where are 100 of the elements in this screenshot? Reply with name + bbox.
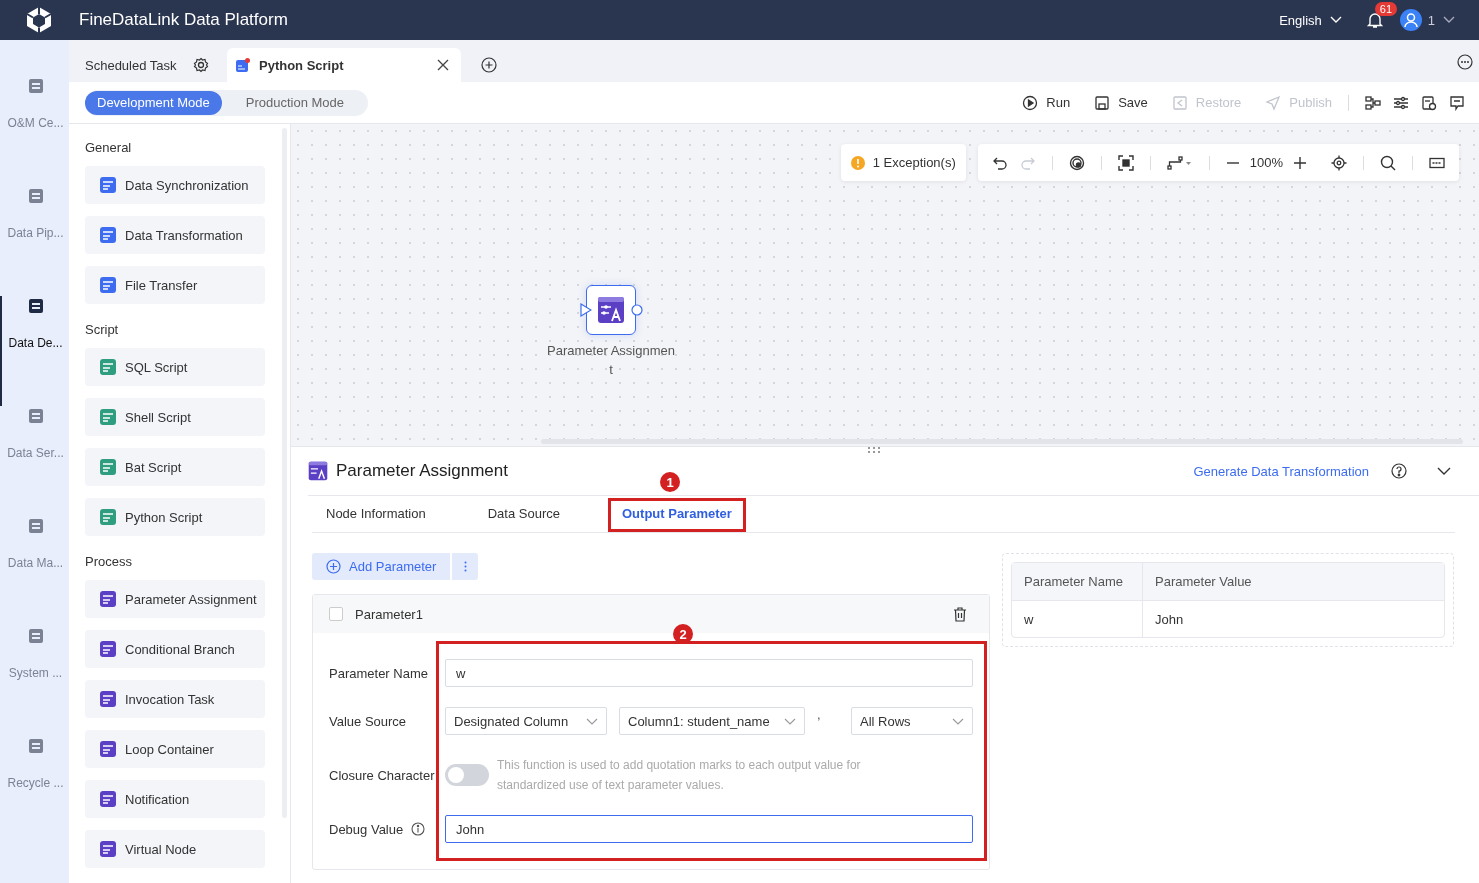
settings-icon[interactable] [1421, 94, 1437, 111]
palette-section-title: Process [85, 552, 133, 571]
language-dropdown[interactable]: English [1279, 12, 1342, 28]
tile-icon [99, 690, 117, 708]
chevron-down-icon [952, 717, 964, 725]
checkbox[interactable] [329, 607, 343, 621]
info-icon[interactable] [411, 822, 426, 836]
palette-section-title: General [85, 138, 133, 157]
tile-icon [99, 176, 117, 194]
caret-icon[interactable] [1443, 16, 1455, 24]
palette-item[interactable]: Invocation Task [85, 680, 265, 718]
palette-item[interactable]: File Transfer [85, 266, 265, 304]
palette-item[interactable]: Python Script [85, 498, 265, 536]
palette-section-title: Script [85, 320, 120, 339]
chevron-down-icon [1329, 16, 1342, 24]
add-tab-icon[interactable] [481, 57, 497, 73]
value-source-dropdown[interactable]: All Rows [851, 707, 973, 735]
panel-tab[interactable]: Data Source [473, 496, 574, 532]
file-icon [235, 57, 250, 73]
vertical-dots-icon [463, 561, 467, 572]
document-tab[interactable]: Python Script [227, 48, 461, 82]
debug-value-field[interactable]: John [445, 815, 973, 843]
closure-hint: This function is used to add quotation marks to each output value for standardized use of text parameter values. [497, 757, 862, 794]
field-label: Debug Value [329, 821, 404, 837]
connector-icon[interactable] [1166, 154, 1193, 171]
flow-icon[interactable] [1365, 94, 1381, 111]
annotation-marker: 1 [660, 472, 680, 492]
sliders-text-icon [597, 296, 625, 324]
table-cell: w [1012, 601, 1143, 637]
tile-icon [99, 740, 117, 758]
drag-handle-icon[interactable] [867, 447, 881, 453]
chevron-down-icon [586, 717, 598, 725]
sliders-icon[interactable] [1393, 94, 1409, 111]
mode-option[interactable]: Production Mode [233, 90, 356, 115]
palette-item[interactable]: Conditional Branch [85, 630, 265, 668]
palette-item[interactable]: Data Synchronization [85, 166, 265, 204]
parameter-name-field[interactable]: w [445, 659, 973, 687]
close-icon[interactable] [437, 59, 449, 71]
send-icon [1265, 94, 1282, 111]
value-source-dropdown[interactable]: Designated Column [445, 707, 607, 735]
collapse-chevron-icon[interactable] [1437, 466, 1451, 476]
value-source-dropdown[interactable]: Column1: student_name [619, 707, 805, 735]
play-icon [1022, 94, 1039, 111]
toolbar-action[interactable]: Run [1022, 94, 1071, 111]
comment-icon[interactable] [1449, 94, 1465, 111]
fit-view-icon[interactable] [1117, 154, 1134, 171]
delete-icon[interactable] [953, 606, 967, 622]
generate-link[interactable]: Generate Data Transformation [1193, 463, 1369, 479]
palette-item[interactable]: Data Transformation [85, 216, 265, 254]
tile-icon [99, 226, 117, 244]
tile-icon [99, 408, 117, 426]
parameter-assignment-icon [308, 461, 328, 481]
mode-option[interactable]: Development Mode [85, 90, 222, 115]
panel-tab[interactable]: Node Information [312, 496, 440, 532]
input-port-icon[interactable] [580, 303, 592, 317]
field-label: Value Source [329, 712, 408, 731]
column-header: Parameter Value [1143, 563, 1444, 601]
notification-bell-icon[interactable] [1365, 11, 1384, 29]
palette-item[interactable]: Notification [85, 780, 265, 818]
zoom-in-icon[interactable] [1293, 155, 1307, 170]
output-port-icon[interactable] [631, 304, 643, 316]
separator-comma: , [817, 707, 821, 722]
node-label: Parameter Assignment [547, 342, 675, 379]
palette-item[interactable]: SQL Script [85, 348, 265, 386]
search-icon[interactable] [1380, 154, 1396, 171]
tile-icon [99, 790, 117, 808]
save-icon [1094, 94, 1111, 111]
restore-icon [1171, 94, 1188, 111]
workflow-node[interactable] [586, 285, 636, 335]
more-icon[interactable] [1457, 54, 1473, 70]
table-cell-text: John [1154, 610, 1185, 629]
palette-item[interactable]: Loop Container [85, 730, 265, 768]
settings-icon[interactable] [192, 57, 209, 73]
field-label: Closure Character [329, 766, 436, 785]
chevron-down-icon [784, 717, 796, 725]
palette-item[interactable]: Virtual Node [85, 830, 265, 868]
tile-icon [99, 640, 117, 658]
palette-item[interactable]: Shell Script [85, 398, 265, 436]
tile-icon [99, 358, 117, 376]
panel-tab[interactable]: Output Parameter [608, 496, 746, 532]
exception-indicator[interactable]: 1 Exception(s) [840, 144, 966, 181]
document-tab[interactable]: Scheduled Task [85, 48, 227, 82]
tile-icon [99, 590, 117, 608]
palette-item[interactable]: Bat Script [85, 448, 265, 486]
zoom-level: 100% [1249, 155, 1283, 170]
user-name: 1 [1427, 12, 1435, 28]
locate-icon[interactable] [1331, 154, 1347, 171]
user-avatar-icon[interactable] [1399, 9, 1422, 31]
column-header: Parameter Name [1012, 563, 1143, 601]
toggle-switch[interactable] [445, 764, 489, 786]
toolbar-action[interactable]: Save [1094, 94, 1148, 111]
help-icon[interactable] [1391, 463, 1407, 479]
panel-title: Parameter Assignment [336, 461, 508, 481]
field-label: Parameter Name [329, 664, 429, 683]
tile-icon [99, 458, 117, 476]
palette-item[interactable]: Parameter Assignment [85, 580, 265, 618]
add-parameter-button[interactable]: Add Parameter [312, 553, 451, 580]
eye-icon[interactable] [1068, 154, 1085, 171]
cube-logo-icon [24, 5, 54, 35]
tile-icon [99, 276, 117, 294]
